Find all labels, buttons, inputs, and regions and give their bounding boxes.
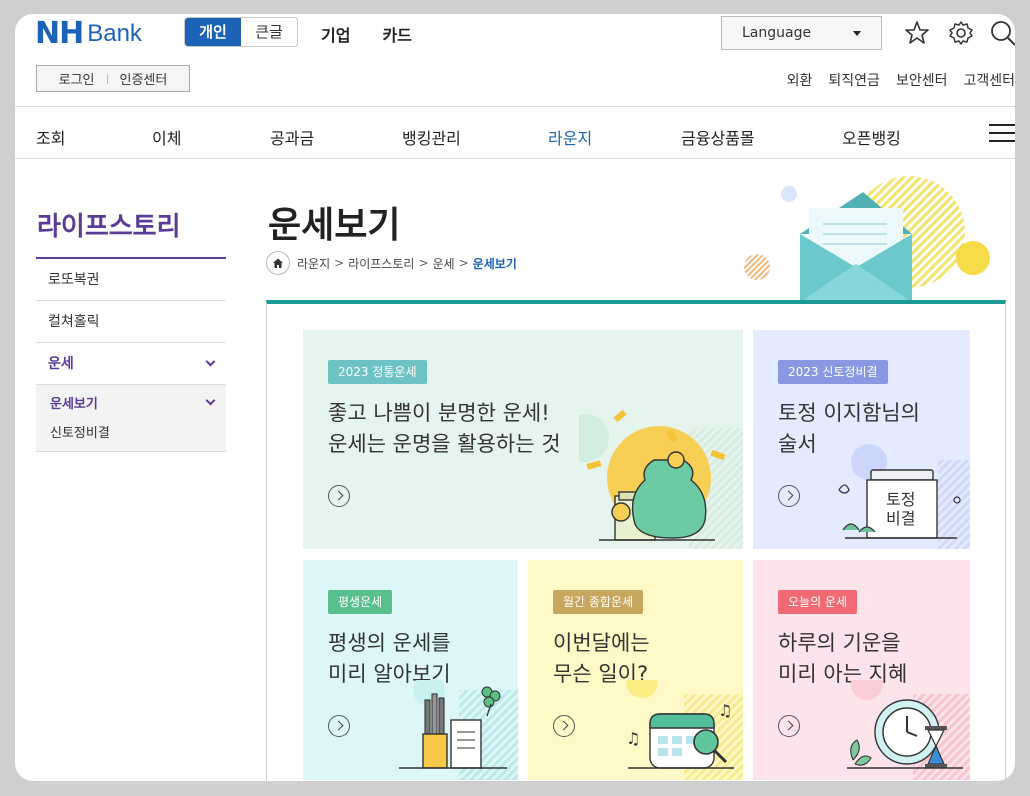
caret-down-icon (853, 31, 861, 36)
mode-personal[interactable]: 개인 (185, 18, 241, 46)
breadcrumb-current: 운세보기 (472, 256, 517, 271)
breadcrumb-separator-icon: > (334, 256, 345, 270)
search-icon[interactable] (990, 20, 1015, 46)
card-badge: 월간 종합운세 (553, 590, 644, 614)
header-divider (15, 106, 1015, 107)
logo-bank: Bank (87, 19, 142, 47)
card-lifetime-fortune[interactable]: 평생운세 평생의 운세를 미리 알아보기 (303, 560, 518, 780)
card-today-fortune[interactable]: 오늘의 운세 하루의 기운을 미리 아는 지혜 (753, 560, 970, 780)
util-foreign-exchange[interactable]: 외환 (787, 70, 813, 90)
calendar-icon: ♫ ♫ (626, 680, 743, 780)
home-icon[interactable] (266, 251, 290, 275)
fortune-panel: 2023 정통운세 좋고 나쁨이 분명한 운세! 운세는 운명을 활용하는 것 (266, 300, 1006, 781)
breadcrumb: 라운지 > 라이프스토리 > 운세 > 운세보기 (266, 251, 517, 275)
arrow-right-icon[interactable] (328, 485, 350, 507)
logo-nh: NH (35, 16, 84, 51)
sidebar-item-label: 컬쳐홀릭 (48, 314, 100, 330)
sidebar-subitem-fortune-view[interactable]: 운세보기 (50, 393, 212, 412)
breadcrumb-item[interactable]: 라이프스토리 (348, 255, 414, 272)
top-nav-corporate[interactable]: 기업 (321, 22, 350, 46)
sidebar-item-culture[interactable]: 컬쳐홀릭 (36, 301, 226, 343)
top-nav-card[interactable]: 카드 (382, 22, 411, 46)
sidebar-item-fortune[interactable]: 운세 (36, 343, 226, 385)
pencil-cup-icon (399, 680, 518, 780)
card-monthly-fortune[interactable]: 월간 종합운세 이번달에는 무슨 일이? ♫ ♫ (528, 560, 743, 780)
svg-text:♫: ♫ (626, 729, 640, 748)
sidebar-item-label: 로또복권 (48, 272, 100, 288)
card-badge: 평생운세 (328, 590, 393, 614)
money-bag-icon (579, 409, 743, 549)
mode-toggle: 개인 큰글 (184, 17, 298, 47)
gnb-inquiry[interactable]: 조회 (36, 125, 65, 149)
card-badge: 2023 신토정비결 (778, 360, 888, 384)
card-badge: 오늘의 운세 (778, 590, 858, 614)
util-pension[interactable]: 퇴직연금 (828, 70, 880, 90)
sidebar-subitem-tojeong[interactable]: 신토정비결 (50, 422, 212, 441)
divider (106, 73, 108, 84)
gnb-banking-management[interactable]: 뱅킹관리 (402, 125, 461, 149)
card-text: 좋고 나쁨이 분명한 운세! 운세는 운명을 활용하는 것 (328, 401, 561, 456)
sidebar-menu: 로또복권 컬쳐홀릭 운세 운세보기 신토정비결 (36, 257, 226, 452)
top-nav: 기업 카드 (321, 22, 412, 46)
menu-icon[interactable] (989, 124, 1015, 148)
sidebar-item-lotto[interactable]: 로또복권 (36, 259, 226, 301)
breadcrumb-item[interactable]: 운세 (433, 255, 455, 272)
util-customer-center[interactable]: 고객센터 (963, 70, 1015, 90)
gnb-divider (15, 158, 1015, 159)
language-select[interactable]: Language (721, 16, 882, 50)
breadcrumb-separator-icon: > (418, 256, 429, 270)
breadcrumb-item[interactable]: 라운지 (297, 255, 330, 272)
card-traditional-fortune[interactable]: 2023 정통운세 좋고 나쁨이 분명한 운세! 운세는 운명을 활용하는 것 (303, 330, 743, 549)
book-label-line: 비결 (886, 509, 916, 528)
gnb-transfer[interactable]: 이체 (152, 125, 181, 149)
gnb-products-mall[interactable]: 금융상품몰 (681, 125, 755, 149)
utility-links: 외환 퇴직연금 보안센터 고객센터 (787, 70, 1015, 90)
card-tojeong-fortune[interactable]: 2023 신토정비결 토정 이지함님의 술서 토정 비결 (753, 330, 970, 549)
nh-bank-logo[interactable]: NH Bank (35, 16, 142, 51)
gnb-open-banking[interactable]: 오픈뱅킹 (842, 125, 901, 149)
gnb-utility-bills[interactable]: 공과금 (270, 125, 314, 149)
star-icon[interactable] (904, 20, 930, 46)
book-label-line: 토정 (886, 490, 916, 509)
breadcrumb-separator-icon: > (458, 256, 469, 270)
arrow-right-icon[interactable] (553, 715, 575, 737)
gnb-lounge[interactable]: 라운지 (548, 125, 592, 149)
mode-large-text[interactable]: 큰글 (241, 18, 297, 46)
login-link[interactable]: 로그인 (59, 69, 95, 88)
sidebar-item-label: 운세 (48, 356, 74, 372)
arrow-right-icon[interactable] (778, 485, 800, 507)
util-security-center[interactable]: 보안센터 (896, 70, 948, 90)
arrow-right-icon[interactable] (328, 715, 350, 737)
certificate-center-link[interactable]: 인증센터 (120, 69, 168, 88)
sidebar-submenu: 운세보기 신토정비결 (36, 385, 226, 452)
card-badge: 2023 정통운세 (328, 360, 427, 384)
envelope-illustration (744, 176, 990, 302)
clock-hourglass-icon (847, 680, 970, 780)
arrow-right-icon[interactable] (778, 715, 800, 737)
svg-text:♫: ♫ (718, 701, 732, 720)
chevron-down-icon (205, 356, 216, 367)
sidebar-title: 라이프스토리 (37, 212, 181, 242)
browser-frame: NH Bank 개인 큰글 기업 카드 Language 로그인 인증센터 외환… (15, 14, 1015, 781)
book-label: 토정 비결 (886, 490, 915, 528)
language-label: Language (742, 25, 812, 41)
page-title: 운세보기 (268, 205, 401, 246)
login-box: 로그인 인증센터 (36, 65, 190, 92)
gear-icon[interactable] (948, 20, 974, 46)
